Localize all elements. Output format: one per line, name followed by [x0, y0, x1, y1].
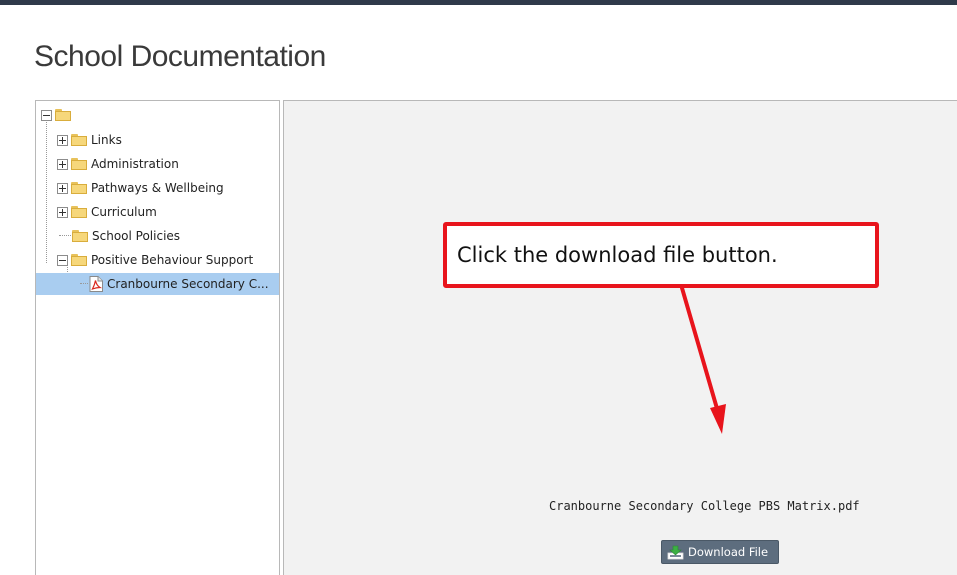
- tree-item-curriculum[interactable]: Curriculum: [57, 201, 157, 223]
- tree-item-administration[interactable]: Administration: [57, 153, 179, 175]
- tree-item-positive-behaviour-support[interactable]: Positive Behaviour Support: [57, 249, 253, 271]
- expand-icon[interactable]: [57, 134, 68, 146]
- tree-root[interactable]: [41, 104, 75, 126]
- tree-item-label: Links: [91, 133, 122, 147]
- download-button-label: Download File: [688, 545, 769, 559]
- download-file-button[interactable]: Download File: [661, 540, 779, 564]
- tree-guide-line: [46, 115, 47, 263]
- file-name: Cranbourne Secondary College PBS Matrix.…: [549, 499, 860, 513]
- folder-icon: [71, 254, 87, 266]
- folder-tree-panel: Links Administration Pathways & Wellbein…: [35, 100, 280, 575]
- tree-connector: [59, 235, 71, 237]
- expand-icon[interactable]: [57, 206, 68, 218]
- tree-item-school-policies[interactable]: School Policies: [59, 225, 180, 247]
- red-arrow-icon: [680, 286, 726, 434]
- instruction-text: Click the download file button.: [457, 243, 778, 267]
- tree-item-links[interactable]: Links: [57, 129, 122, 151]
- tree-item-selected-file[interactable]: Cranbourne Secondary C...: [36, 273, 279, 295]
- tree-item-label: Positive Behaviour Support: [91, 253, 254, 267]
- folder-icon: [55, 109, 71, 121]
- tree-item-pathways-wellbeing[interactable]: Pathways & Wellbeing: [57, 177, 224, 199]
- folder-icon: [71, 206, 87, 218]
- folder-icon: [71, 134, 87, 146]
- folder-icon: [71, 158, 87, 170]
- tree-connector: [80, 283, 88, 285]
- tree-item-label: Pathways & Wellbeing: [91, 181, 224, 195]
- expand-icon[interactable]: [57, 158, 68, 170]
- download-icon: [667, 545, 684, 559]
- page-title: School Documentation: [34, 40, 326, 73]
- tree-item-label: Administration: [91, 157, 179, 171]
- tree-item-label: Cranbourne Secondary C...: [107, 277, 269, 291]
- folder-icon: [72, 230, 88, 242]
- pdf-icon: [89, 276, 103, 292]
- collapse-icon[interactable]: [41, 109, 52, 121]
- tree-item-label: Curriculum: [91, 205, 157, 219]
- folder-icon: [71, 182, 87, 194]
- instruction-callout: Click the download file button.: [443, 222, 879, 288]
- expand-icon[interactable]: [57, 182, 68, 194]
- top-bar: [0, 0, 957, 5]
- tree-item-label: School Policies: [92, 229, 181, 243]
- collapse-icon[interactable]: [57, 254, 68, 266]
